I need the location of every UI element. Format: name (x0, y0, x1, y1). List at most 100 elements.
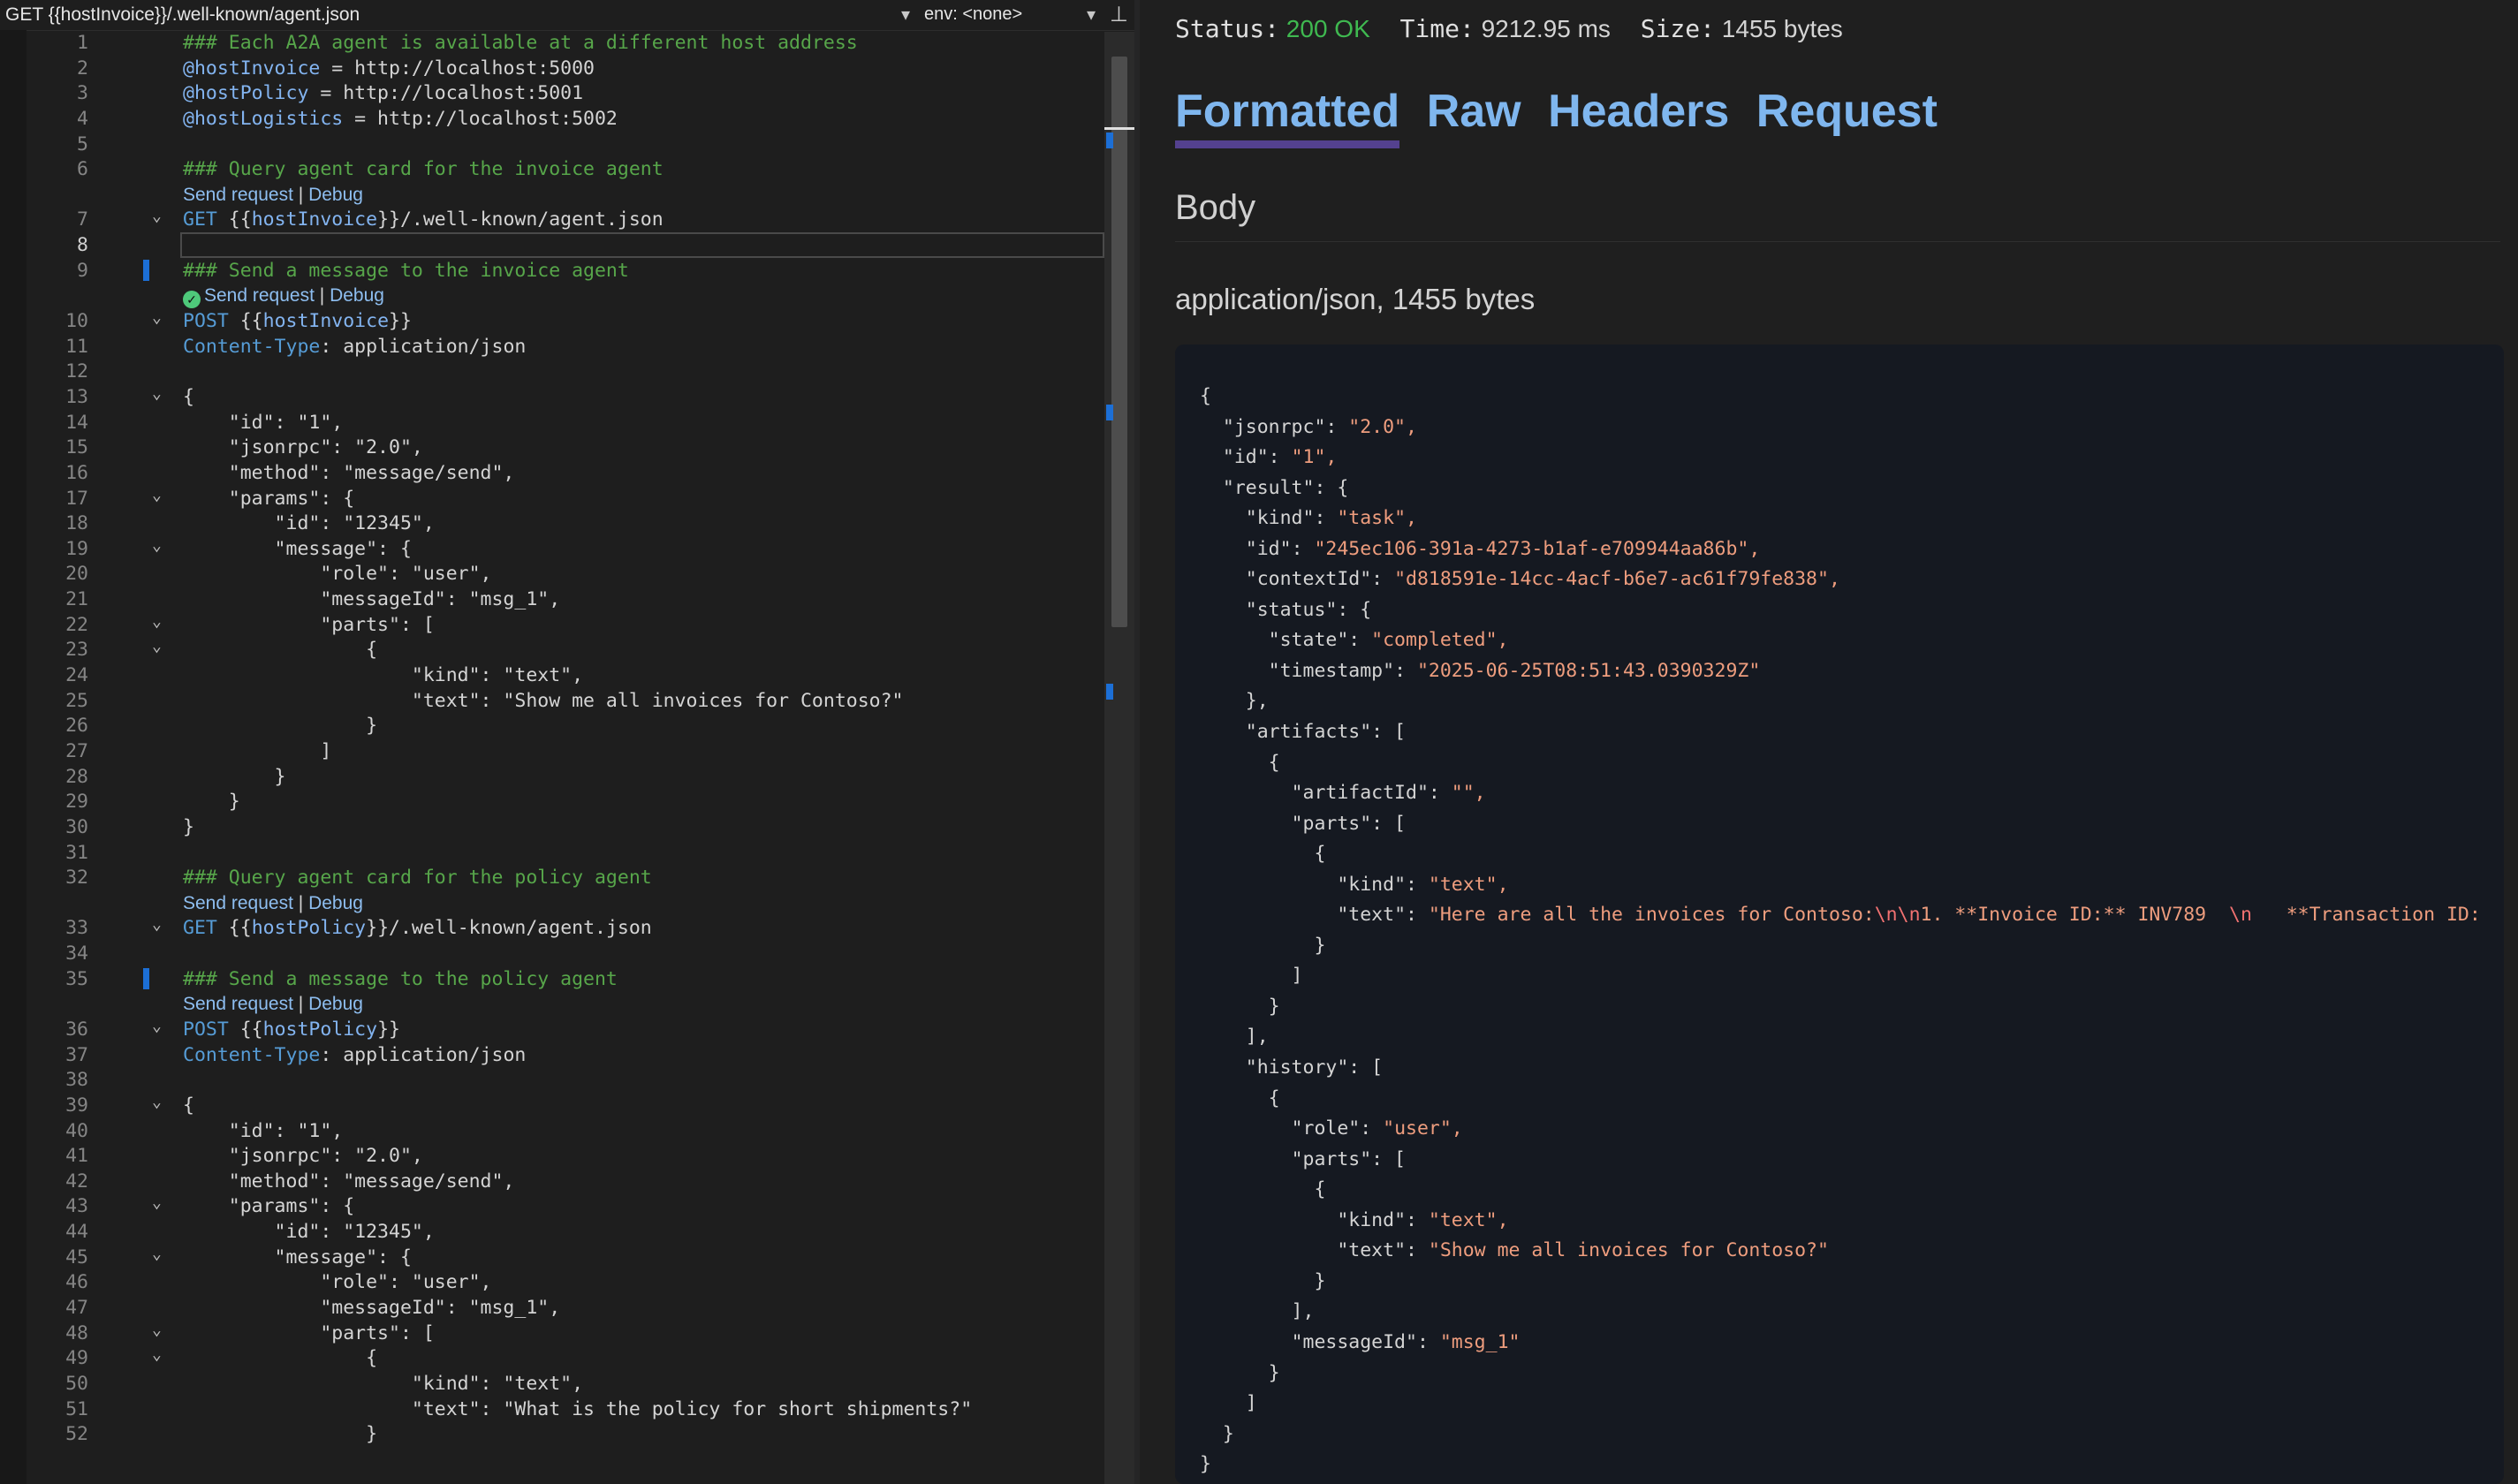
line-number: 32 (65, 867, 88, 890)
line-number: 41 (65, 1145, 88, 1168)
debug-link[interactable]: Debug (308, 185, 363, 205)
line-number: 21 (65, 588, 88, 611)
json-body-viewer[interactable]: { "jsonrpc": "2.0", "id": "1", "result":… (1175, 344, 2504, 1484)
code-line[interactable]: 18 "id": "12345", (0, 511, 1104, 536)
code-text: POST {{hostPolicy}} (183, 1018, 400, 1041)
code-line[interactable]: Send request | Debug (0, 890, 1104, 916)
code-line[interactable]: 10 ⌄ POST {{hostInvoice}} (0, 308, 1104, 334)
code-line[interactable]: 19 ⌄ "message": { (0, 536, 1104, 562)
code-line[interactable]: 9 ### Send a message to the invoice agent (0, 258, 1104, 284)
code-line[interactable]: Send request | Debug (0, 991, 1104, 1017)
code-line[interactable]: 33 ⌄ GET {{hostPolicy}}/.well-known/agent.… (0, 915, 1104, 941)
code-line[interactable]: 52 } (0, 1421, 1104, 1447)
code-line[interactable]: 20 "role": "user", (0, 561, 1104, 587)
code-line[interactable]: 42 "method": "message/send", (0, 1169, 1104, 1194)
chevron-down-icon[interactable]: ▾ (901, 4, 910, 26)
code-line[interactable]: 37 Content-Type: application/json (0, 1042, 1104, 1068)
fold-chevron-icon[interactable]: ⌄ (152, 384, 162, 403)
debug-link[interactable]: Debug (308, 994, 363, 1014)
code-line[interactable]: 43 ⌄ "params": { (0, 1193, 1104, 1219)
tab-formatted[interactable]: Formatted (1175, 85, 1400, 148)
code-area[interactable]: 1 ### Each A2A agent is available at a di… (0, 30, 1104, 1484)
code-line[interactable]: 16 "method": "message/send", (0, 460, 1104, 486)
code-line[interactable]: 3 @hostPolicy = http://localhost:5001 (0, 80, 1104, 106)
code-line[interactable]: 35 ### Send a message to the policy agent (0, 966, 1104, 992)
code-line[interactable]: 25 "text": "Show me all invoices for Con… (0, 688, 1104, 714)
code-line[interactable]: 5 (0, 132, 1104, 157)
code-line[interactable]: 38 (0, 1067, 1104, 1093)
code-text: "messageId": "msg_1", (183, 1297, 561, 1320)
http-file-editor[interactable]: GET {{hostInvoice}}/.well-known/agent.js… (0, 0, 1134, 1484)
code-line[interactable]: 39 ⌄ { (0, 1093, 1104, 1118)
fold-chevron-icon[interactable]: ⌄ (152, 1193, 162, 1212)
code-line[interactable]: 11 Content-Type: application/json (0, 334, 1104, 360)
code-line[interactable]: 48 ⌄ "parts": [ (0, 1321, 1104, 1346)
code-line[interactable]: 31 (0, 840, 1104, 866)
code-line[interactable]: 46 "role": "user", (0, 1269, 1104, 1295)
code-line[interactable]: 7 ⌄ GET {{hostInvoice}}/.well-known/agent.… (0, 207, 1104, 232)
code-line[interactable]: 32 ### Query agent card for the policy ag… (0, 865, 1104, 890)
fold-chevron-icon[interactable]: ⌄ (152, 1093, 162, 1111)
split-editor-icon[interactable]: ⊥ (1110, 2, 1128, 27)
fold-chevron-icon[interactable]: ⌄ (152, 637, 162, 655)
code-line[interactable]: 1 ### Each A2A agent is available at a di… (0, 30, 1104, 56)
fold-chevron-icon[interactable]: ⌄ (152, 207, 162, 225)
code-line[interactable]: 44 "id": "12345", (0, 1219, 1104, 1245)
code-line[interactable]: 36 ⌄ POST {{hostPolicy}} (0, 1017, 1104, 1042)
fold-chevron-icon[interactable]: ⌄ (152, 1245, 162, 1263)
code-lens: ✓ Send request | Debug (183, 285, 384, 309)
code-line[interactable]: 21 "messageId": "msg_1", (0, 587, 1104, 612)
code-line[interactable]: 41 "jsonrpc": "2.0", (0, 1143, 1104, 1169)
fold-chevron-icon[interactable]: ⌄ (152, 1017, 162, 1035)
code-line[interactable]: 50 "kind": "text", (0, 1371, 1104, 1397)
send-request-link[interactable]: Send request (204, 285, 315, 306)
tab-raw[interactable]: Raw (1427, 85, 1521, 138)
fold-chevron-icon[interactable]: ⌄ (152, 1345, 162, 1364)
code-line[interactable]: 24 "kind": "text", (0, 662, 1104, 688)
scrollbar-thumb[interactable] (1111, 57, 1127, 627)
code-line[interactable]: 34 (0, 941, 1104, 966)
code-line[interactable]: 29 } (0, 789, 1104, 814)
send-request-link[interactable]: Send request (183, 893, 293, 913)
code-line[interactable]: 12 (0, 359, 1104, 384)
line-number: 52 (65, 1423, 88, 1446)
code-line[interactable]: 27 ] (0, 738, 1104, 764)
code-line[interactable]: ✓ Send request | Debug (0, 283, 1104, 309)
code-line[interactable]: 49 ⌄ { (0, 1345, 1104, 1371)
fold-chevron-icon[interactable]: ⌄ (152, 915, 162, 934)
fold-chevron-icon[interactable]: ⌄ (152, 486, 162, 504)
send-request-link[interactable]: Send request (183, 994, 293, 1014)
environment-dropdown[interactable]: env: <none> (924, 4, 1022, 25)
fold-chevron-icon[interactable]: ⌄ (152, 612, 162, 631)
code-line[interactable]: 28 } (0, 764, 1104, 790)
debug-link[interactable]: Debug (330, 285, 384, 306)
code-line[interactable]: 8 (0, 232, 1104, 259)
debug-link[interactable]: Debug (308, 893, 363, 913)
code-line[interactable]: 15 "jsonrpc": "2.0", (0, 435, 1104, 460)
code-line[interactable]: 47 "messageId": "msg_1", (0, 1295, 1104, 1321)
request-navigation-dropdown[interactable]: GET {{hostInvoice}}/.well-known/agent.js… (5, 4, 360, 26)
code-line[interactable]: 23 ⌄ { (0, 637, 1104, 662)
code-line[interactable]: 22 ⌄ "parts": [ (0, 612, 1104, 638)
code-line[interactable]: Send request | Debug (0, 182, 1104, 208)
fold-chevron-icon[interactable]: ⌄ (152, 536, 162, 555)
code-text: ### Send a message to the invoice agent (183, 259, 629, 282)
code-line[interactable]: 51 "text": "What is the policy for short… (0, 1397, 1104, 1422)
tab-request[interactable]: Request (1756, 85, 1938, 138)
code-line[interactable]: 30} (0, 814, 1104, 840)
code-line[interactable]: 26 } (0, 713, 1104, 738)
fold-chevron-icon[interactable]: ⌄ (152, 308, 162, 327)
code-line[interactable]: 2 @hostInvoice = http://localhost:5000 (0, 56, 1104, 81)
scrollbar-caret-marker (1104, 127, 1134, 130)
code-line[interactable]: 45 ⌄ "message": { (0, 1245, 1104, 1270)
code-line[interactable]: 13 ⌄ { (0, 384, 1104, 410)
code-line[interactable]: 14 "id": "1", (0, 410, 1104, 435)
code-line[interactable]: 17 ⌄ "params": { (0, 486, 1104, 511)
chevron-down-icon[interactable]: ▾ (1087, 4, 1096, 26)
code-line[interactable]: 6 ### Query agent card for the invoice ag… (0, 156, 1104, 182)
code-line[interactable]: 4 @hostLogistics = http://localhost:5002 (0, 106, 1104, 132)
send-request-link[interactable]: Send request (183, 185, 293, 205)
code-line[interactable]: 40 "id": "1", (0, 1118, 1104, 1144)
fold-chevron-icon[interactable]: ⌄ (152, 1321, 162, 1339)
tab-headers[interactable]: Headers (1548, 85, 1729, 138)
